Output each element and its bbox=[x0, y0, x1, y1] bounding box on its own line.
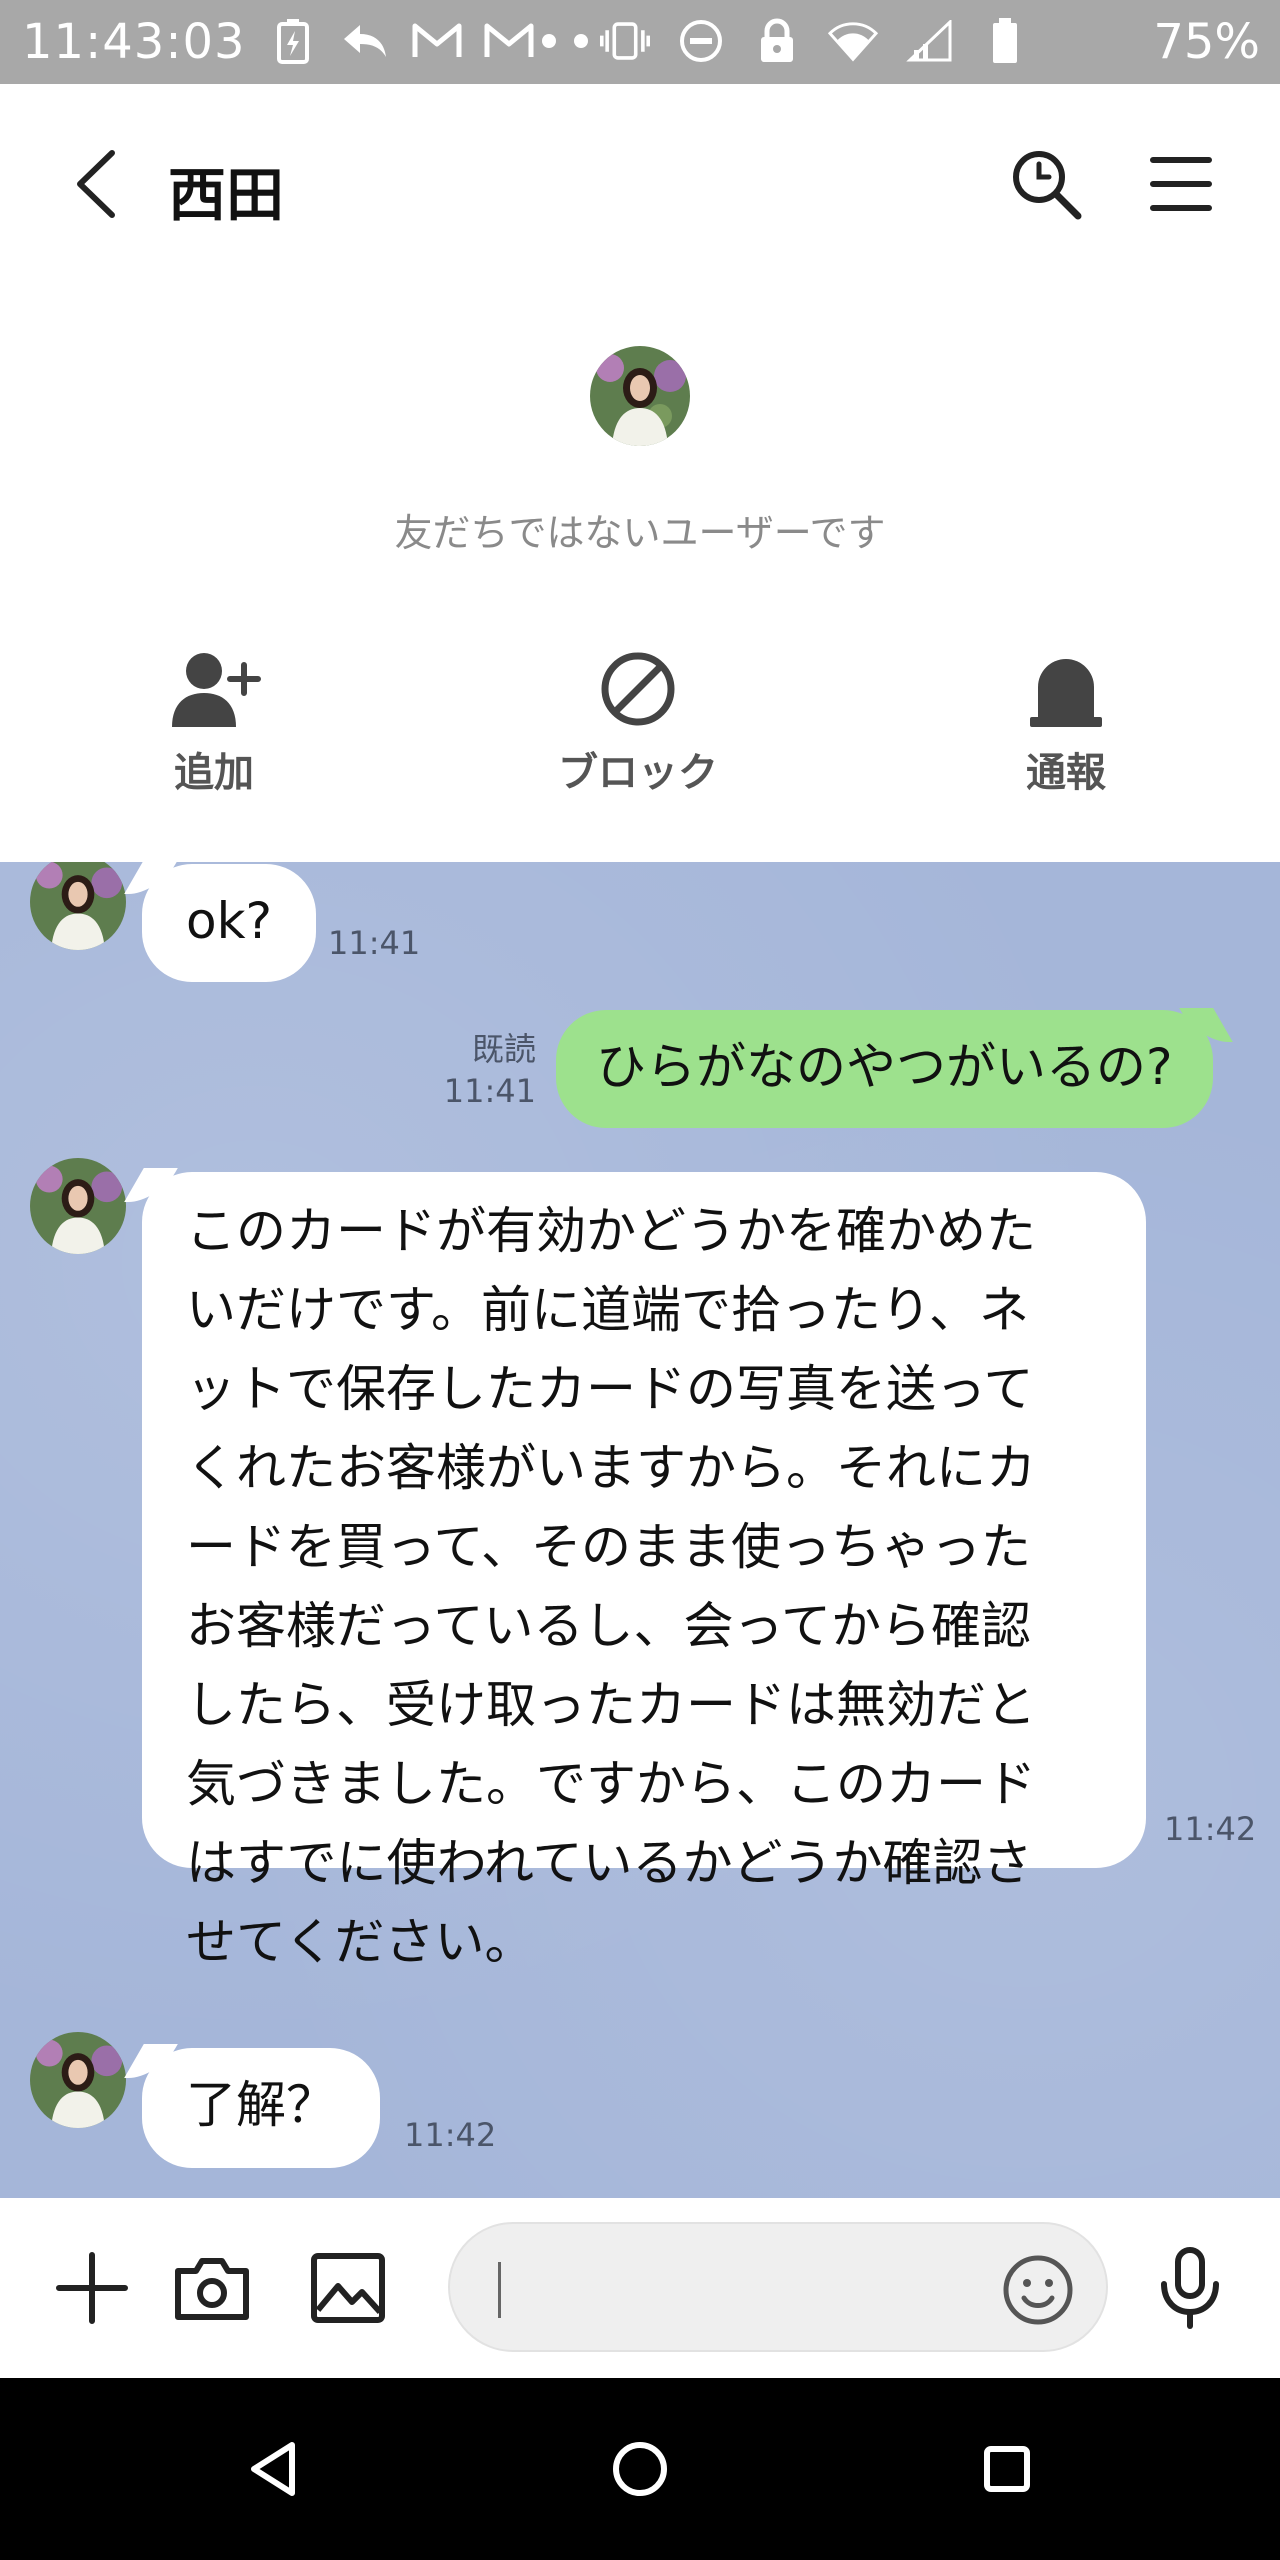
camera-icon bbox=[175, 2258, 249, 2320]
plus-button[interactable] bbox=[50, 2246, 134, 2330]
hamburger-menu-icon bbox=[1150, 157, 1212, 211]
message-line: ードを買って、そのまま使っちゃった bbox=[186, 1518, 1031, 1576]
lock-icon bbox=[752, 16, 802, 66]
message-line: このカードが有効かどうかを確かめた bbox=[186, 1202, 1036, 1260]
message-bubble-outgoing[interactable]: ひらがなのやつがいるの? bbox=[556, 1010, 1213, 1128]
message-bubble-incoming[interactable]: 了解？ bbox=[142, 2048, 380, 2168]
read-receipt: 既読 11:41 bbox=[420, 1028, 536, 1112]
nav-home-button[interactable] bbox=[605, 2434, 675, 2504]
sender-avatar[interactable] bbox=[30, 862, 126, 950]
message-text: ひらがなのやつがいるの? bbox=[596, 1038, 1173, 1096]
message-line: いだけです。前に道端で拾ったり、ネ bbox=[186, 1281, 1029, 1339]
menu-button[interactable] bbox=[1148, 146, 1214, 222]
battery-percent: 75% bbox=[1153, 14, 1260, 70]
nav-back-button[interactable] bbox=[238, 2434, 308, 2504]
search-icon bbox=[1013, 151, 1082, 220]
search-button[interactable] bbox=[1008, 146, 1084, 222]
signal-icon bbox=[904, 16, 954, 66]
message-time: 11:41 bbox=[443, 1072, 536, 1110]
message-line: お客様だっているし、会ってから確認 bbox=[186, 1597, 1031, 1655]
message-line: はすでに使われているかどうか確認さ bbox=[186, 1834, 1033, 1892]
emoji-button[interactable] bbox=[1002, 2254, 1074, 2326]
nav-recents-button[interactable] bbox=[972, 2434, 1042, 2504]
system-icons bbox=[524, 16, 1030, 66]
microphone-icon bbox=[1161, 2247, 1219, 2329]
camera-button[interactable] bbox=[170, 2246, 254, 2330]
chat-title: 西田 bbox=[168, 161, 285, 229]
add-friend-label: 追加 bbox=[174, 750, 254, 796]
image-button[interactable] bbox=[306, 2246, 390, 2330]
read-label: 既読 bbox=[471, 1030, 536, 1068]
block-label: ブロック bbox=[558, 750, 718, 796]
battery-saver-icon bbox=[268, 16, 318, 66]
emoji-icon bbox=[1003, 2255, 1073, 2325]
add-friend-icon bbox=[104, 644, 324, 734]
message-input[interactable] bbox=[448, 2222, 1108, 2352]
plus-icon bbox=[56, 2252, 128, 2324]
message-time: 11:42 bbox=[404, 2116, 497, 2154]
gmail-icon bbox=[412, 16, 462, 66]
back-button[interactable] bbox=[60, 144, 130, 224]
vibrate-icon bbox=[600, 16, 650, 66]
message-bubble-incoming[interactable]: このカードが有効かどうかを確かめた いだけです。前に道端で拾ったり、ネ ットで保… bbox=[142, 1172, 1146, 1971]
message-line: したら、受け取ったカードは無効だと bbox=[186, 1676, 1036, 1734]
voice-button[interactable] bbox=[1148, 2246, 1232, 2330]
chat-area[interactable]: ok? 11:41 既読 11:41 ひらがなのやつがいるの? このカードが有効… bbox=[0, 862, 1280, 2198]
message-line: 気づきました。ですから、このカード bbox=[186, 1755, 1036, 1813]
wifi-icon bbox=[828, 16, 878, 66]
avatar[interactable] bbox=[590, 346, 690, 446]
dot-icon bbox=[524, 16, 574, 66]
sender-avatar[interactable] bbox=[30, 2032, 126, 2128]
status-time: 11:43:03 bbox=[22, 14, 246, 70]
report-button[interactable]: 通報 bbox=[956, 644, 1176, 798]
block-button[interactable]: ブロック bbox=[528, 644, 748, 798]
chevron-left-icon bbox=[77, 150, 115, 218]
recents-square-icon bbox=[984, 2446, 1030, 2492]
message-bubble-incoming[interactable]: ok? bbox=[142, 864, 317, 982]
home-circle-icon bbox=[613, 2442, 667, 2496]
profile-section: 友だちではないユーザーです 追加 ブロック 通報 bbox=[0, 284, 1280, 862]
message-text: 了解？ bbox=[186, 2076, 336, 2134]
reply-icon bbox=[340, 16, 390, 66]
message-text: ok? bbox=[186, 892, 273, 950]
back-triangle-icon bbox=[251, 2442, 295, 2496]
message-line: せてください。 bbox=[186, 1913, 535, 1971]
message-line: ットで保存したカードの写真を送って bbox=[186, 1360, 1034, 1418]
message-time: 11:41 bbox=[328, 924, 421, 962]
system-navigation-bar bbox=[0, 2378, 1280, 2560]
message-line: くれたお客様がいますから。それにカ bbox=[186, 1439, 1036, 1497]
battery-icon bbox=[980, 16, 1030, 66]
report-icon bbox=[956, 644, 1176, 734]
block-icon bbox=[528, 644, 748, 734]
status-bar: 11:43:03 75% bbox=[0, 0, 1280, 84]
text-caret bbox=[498, 2262, 501, 2318]
image-icon bbox=[311, 2253, 385, 2323]
report-label: 通報 bbox=[1026, 750, 1106, 796]
not-friend-notice: 友だちではないユーザーです bbox=[394, 511, 886, 555]
chat-header: 西田 bbox=[0, 84, 1280, 284]
message-input-bar bbox=[0, 2198, 1280, 2378]
do-not-disturb-icon bbox=[676, 16, 726, 66]
message-time: 11:42 bbox=[1164, 1810, 1257, 1848]
sender-avatar[interactable] bbox=[30, 1158, 126, 1254]
add-friend-button[interactable]: 追加 bbox=[104, 644, 324, 798]
